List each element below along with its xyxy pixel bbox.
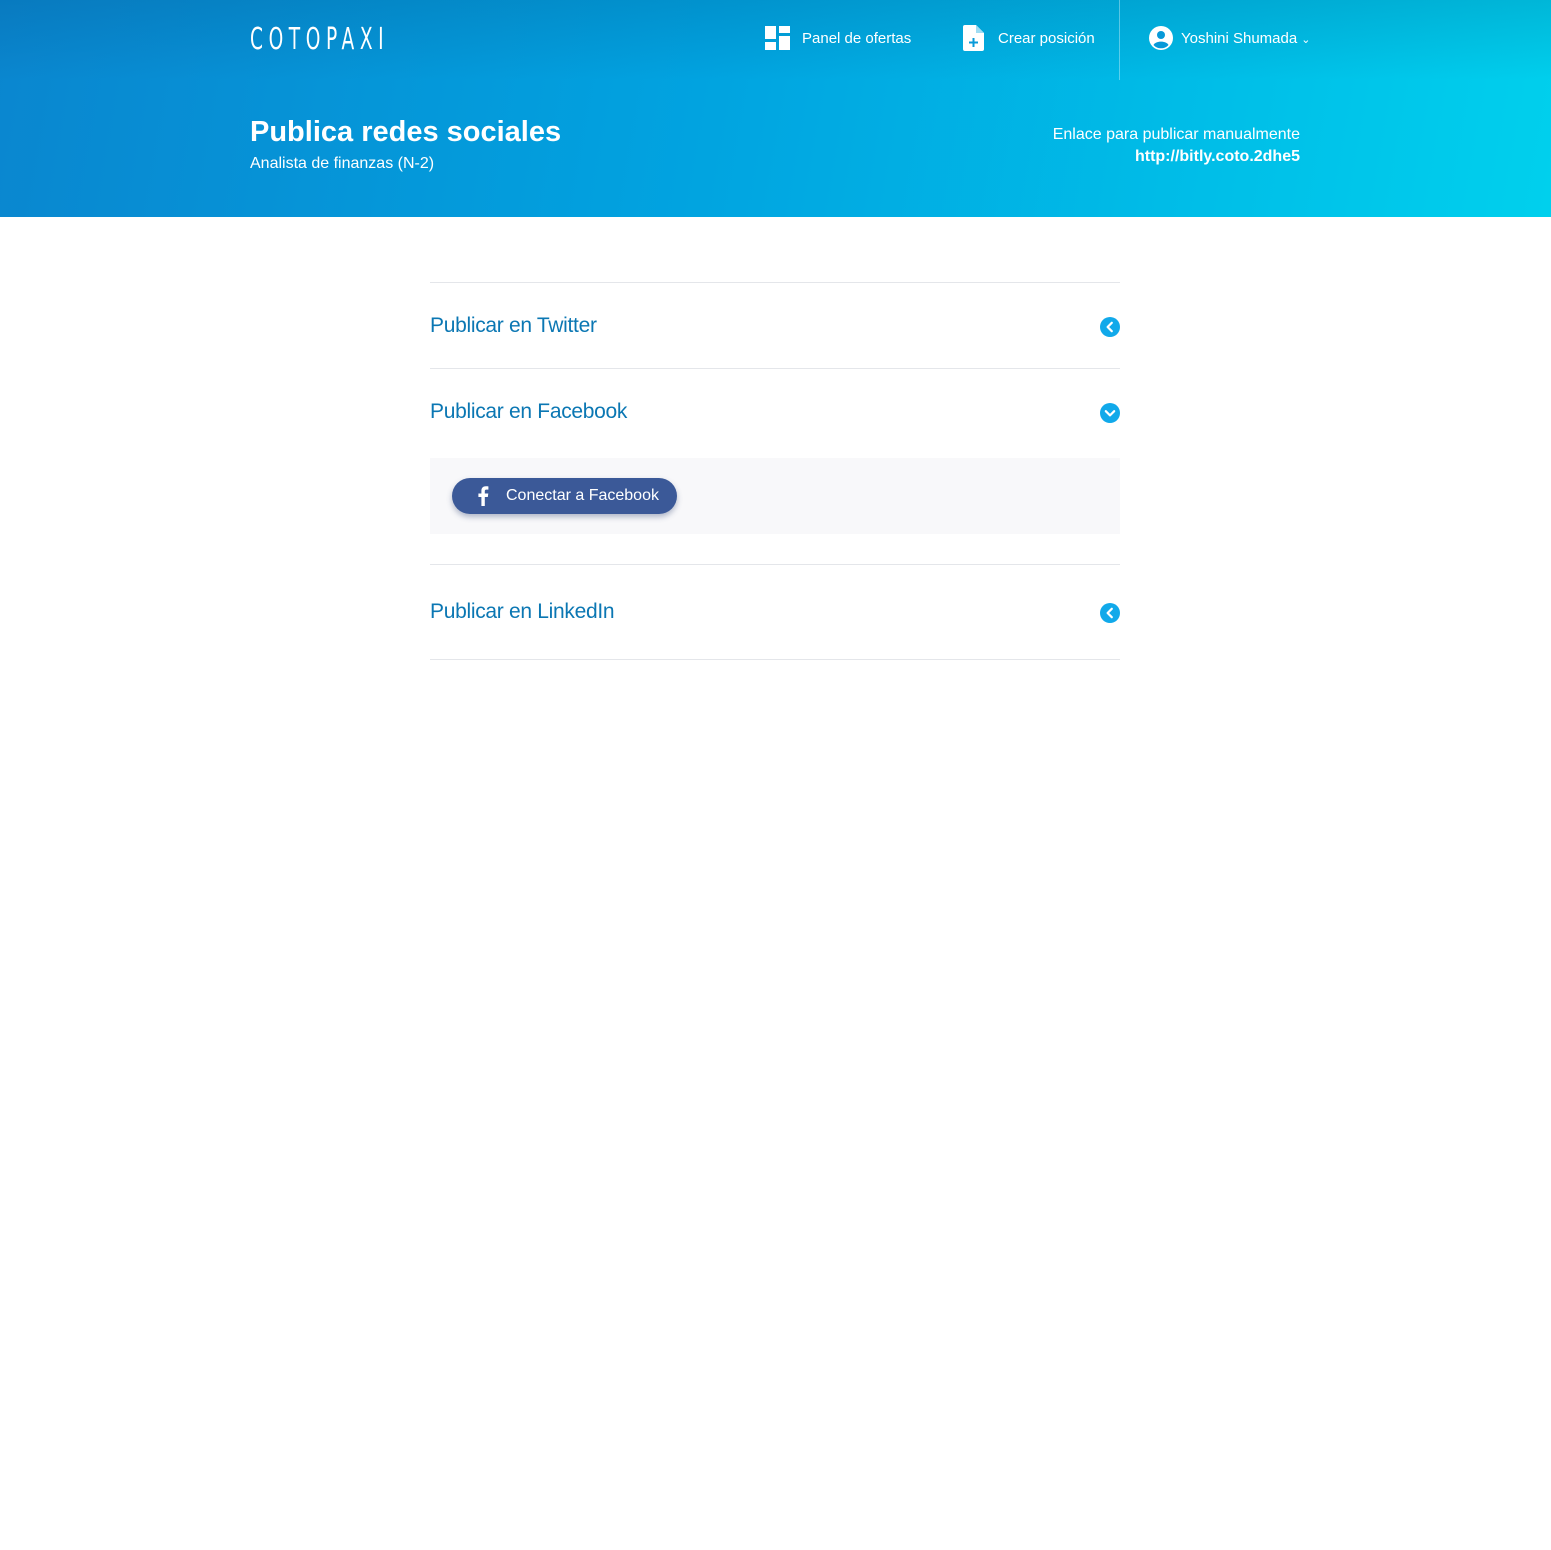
user-menu[interactable]: Yoshini Shumada ⌄ [1149, 24, 1310, 52]
nav-crear-posicion[interactable]: Crear posición [963, 24, 1095, 52]
chevron-down-icon: ⌄ [1301, 34, 1311, 46]
app-header: COTOPAXI Panel de ofertas Crear posición [0, 0, 1551, 217]
manual-link-url[interactable]: http://bitly.coto.2dhe5 [1053, 145, 1300, 169]
dashboard-icon [765, 26, 790, 50]
divider [430, 659, 1120, 660]
chevron-left-icon[interactable] [1100, 316, 1120, 337]
facebook-icon [477, 486, 489, 506]
social-accordion: Publicar en Twitter Publicar en Facebook [430, 282, 1120, 660]
section-title-twitter: Publicar en Twitter [430, 313, 597, 337]
nav-panel-label: Panel de ofertas [802, 29, 912, 47]
accordion-header-linkedin[interactable]: Publicar en LinkedIn [430, 565, 1120, 659]
cotopaxi-logo[interactable]: COTOPAXI [250, 25, 389, 55]
page-title: Publica redes sociales [250, 116, 562, 148]
chevron-down-icon[interactable] [1100, 402, 1120, 423]
section-title-linkedin: Publicar en LinkedIn [430, 600, 615, 623]
facebook-panel: Conectar a Facebook [430, 454, 1120, 564]
user-name: Yoshini Shumada [1181, 29, 1298, 47]
accordion-header-twitter[interactable]: Publicar en Twitter [430, 283, 1120, 368]
nav-panel-de-ofertas[interactable]: Panel de ofertas [765, 24, 911, 52]
connect-facebook-button[interactable]: Conectar a Facebook [452, 478, 677, 514]
add-document-icon [963, 25, 984, 51]
accordion-header-facebook[interactable]: Publicar en Facebook [430, 369, 1120, 454]
page-subtitle: Analista de finanzas (N-2) [250, 155, 435, 172]
nav-crear-label: Crear posición [998, 29, 1095, 47]
manual-link-block: Enlace para publicar manualmente http://… [1053, 124, 1300, 169]
facebook-panel-box: Conectar a Facebook [430, 458, 1120, 534]
section-title-facebook: Publicar en Facebook [430, 399, 628, 423]
connect-facebook-label: Conectar a Facebook [506, 487, 659, 504]
manual-link-label: Enlace para publicar manualmente [1052, 126, 1300, 143]
nav-divider [1119, 0, 1120, 80]
account-circle-icon [1149, 26, 1173, 50]
chevron-left-icon[interactable] [1100, 603, 1120, 623]
